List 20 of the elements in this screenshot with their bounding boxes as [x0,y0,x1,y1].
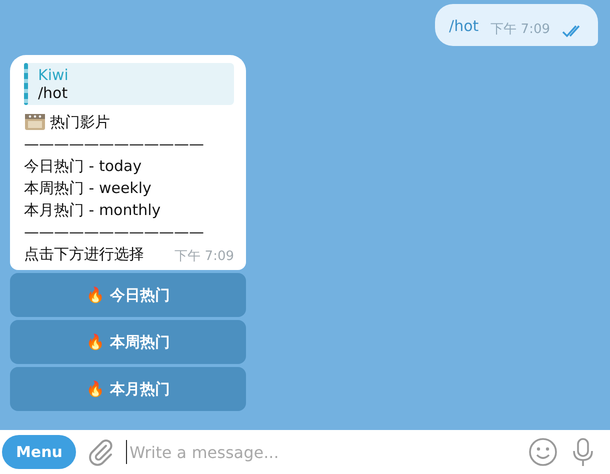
message-time: 下午 7:09 [174,248,234,265]
message-text: /hot [449,16,479,34]
message-time: 下午 7:09 [490,21,550,38]
message-line: 本周热门 - weekly [24,178,152,199]
film-reel-icon [24,112,46,132]
keyboard-button[interactable]: 🔥 本周热门 [10,320,246,364]
message-title: 热门影片 [50,112,110,133]
message-line: ———————————— [24,134,205,155]
reply-quote[interactable]: Kiwi /hot [24,63,234,105]
message-line: ———————————— [24,222,205,243]
reply-author: Kiwi [38,66,70,84]
message-line: 点击下方进行选择 [24,244,144,265]
message-line: 本月热门 - monthly [24,200,162,221]
reply-text: /hot [38,84,69,102]
menu-button[interactable]: Menu [2,435,76,469]
composer-bar[interactable]: Menu Write a message... [0,430,610,474]
keyboard-button[interactable]: 🔥 本月热门 [10,367,246,411]
keyboard-button[interactable]: 🔥 今日热门 [10,273,246,317]
smiley-icon[interactable] [528,437,558,467]
message-line: 今日热门 - today [24,156,143,177]
